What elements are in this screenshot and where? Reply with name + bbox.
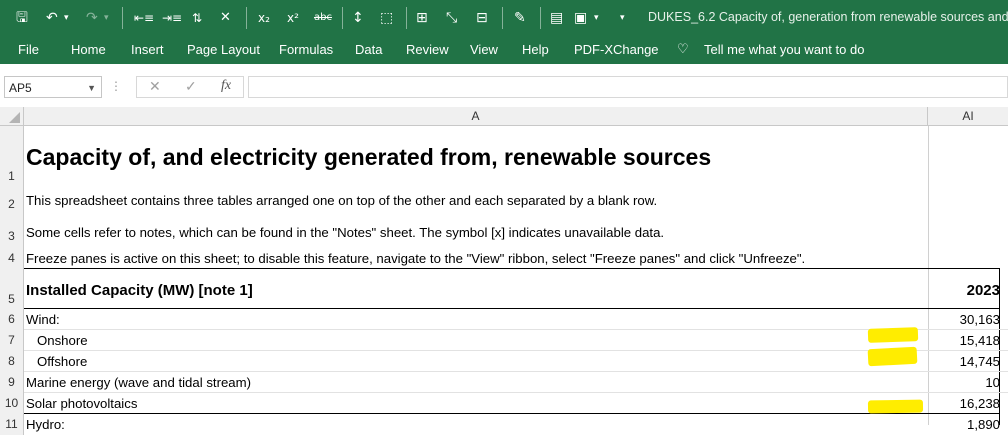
toolbar-separator (122, 7, 123, 29)
select-all-corner[interactable] (0, 107, 24, 126)
toolbar-separator (540, 7, 541, 29)
redo-dropdown-icon: ▾ (104, 13, 109, 23)
sheet-grid: 1 2 3 4 5 6 7 8 9 10 11 Capacity of, and… (0, 126, 1008, 435)
resize-handle-icon[interactable]: ⋮ (110, 79, 122, 93)
undo-icon[interactable]: ↶ (46, 8, 58, 28)
year-header[interactable]: 2023 (928, 282, 1000, 299)
cell-ai9[interactable]: 10 (928, 375, 1000, 390)
cell-a8[interactable]: Offshore (26, 354, 87, 369)
sort-icon[interactable]: ⇅ (192, 8, 202, 28)
cell-a3[interactable]: Some cells refer to notes, which can be … (26, 225, 664, 240)
table-heading[interactable]: Installed Capacity (MW) [note 1] (26, 282, 253, 299)
cell-a9[interactable]: Marine energy (wave and tidal stream) (26, 375, 251, 390)
tab-review[interactable]: Review (406, 42, 449, 57)
tab-pdf-xchange[interactable]: PDF-XChange (574, 42, 659, 57)
customize-qat-icon[interactable]: ▾ (620, 8, 625, 28)
lightbulb-icon: ♡ (677, 42, 689, 57)
cell-a7[interactable]: Onshore (26, 333, 88, 348)
decrease-indent-icon[interactable]: ⇤≡ (134, 8, 154, 28)
table-row-border (24, 413, 1000, 414)
row-header-5[interactable]: 5 (0, 268, 24, 309)
form-icon[interactable]: ▤ (550, 8, 563, 28)
table-top-border (24, 268, 1000, 269)
subscript-icon[interactable]: x₂ (258, 8, 270, 28)
clear-format-icon[interactable]: ✕ (220, 8, 231, 28)
tab-insert[interactable]: Insert (131, 42, 164, 57)
toolbar-separator (246, 7, 247, 29)
row-header-1[interactable]: 1 (0, 126, 24, 185)
crop-icon[interactable]: ⬚ (380, 8, 393, 28)
row-header-2[interactable]: 2 (0, 185, 24, 217)
row-header-9[interactable]: 9 (0, 372, 24, 393)
row-header-8[interactable]: 8 (0, 351, 24, 372)
name-box[interactable]: AP5 ▼ (4, 76, 102, 98)
edit-shape-icon[interactable]: ✎ (514, 8, 526, 28)
enter-icon[interactable]: ✓ (185, 78, 197, 95)
tab-file[interactable]: File (18, 42, 39, 57)
cell-ai10[interactable]: 16,238 (928, 396, 1000, 411)
group-icon[interactable]: ⊞ (416, 8, 428, 28)
formula-input[interactable] (248, 76, 1008, 98)
toolbar-separator (342, 7, 343, 29)
gridline (24, 329, 1008, 330)
window-title: DUKES_6.2 Capacity of, generation from r… (648, 10, 1008, 24)
briefcase-dropdown-icon[interactable]: ▾ (594, 8, 599, 28)
sheet-title[interactable]: Capacity of, and electricity generated f… (26, 144, 711, 171)
highlight-mark (867, 399, 924, 414)
toolbar-separator (502, 7, 503, 29)
tab-formulas[interactable]: Formulas (279, 42, 333, 57)
subtotal-icon[interactable]: ⊟ (476, 8, 488, 28)
gridline (24, 350, 1008, 351)
select-all-icon (9, 112, 20, 123)
name-box-value: AP5 (9, 81, 32, 95)
ungroup-icon[interactable]: ⤡ (446, 8, 457, 28)
redo-icon: ↷ (86, 10, 98, 26)
cell-a2[interactable]: This spreadsheet contains three tables a… (26, 193, 657, 208)
superscript-icon[interactable]: x² (287, 8, 299, 28)
tab-help[interactable]: Help (522, 42, 549, 57)
highlight-mark (867, 346, 918, 367)
tab-home[interactable]: Home (71, 42, 106, 57)
cell-ai8[interactable]: 14,745 (928, 354, 1000, 369)
insert-function-icon[interactable]: fx (221, 78, 231, 94)
toolbar-separator (406, 7, 407, 29)
row-header-10[interactable]: 10 (0, 393, 24, 414)
tab-page-layout[interactable]: Page Layout (187, 42, 260, 57)
tab-view[interactable]: View (470, 42, 498, 57)
formula-buttons: ✕ ✓ fx (136, 76, 244, 98)
gridline (24, 392, 1008, 393)
undo-dropdown-icon[interactable]: ▾ (64, 8, 69, 28)
column-header-a[interactable]: A (24, 107, 928, 126)
strikethrough-icon[interactable]: abc (314, 8, 332, 28)
row-header-7[interactable]: 7 (0, 330, 24, 351)
title-bar: 🖫 ↶ ▾ ↷ ▾ ⇤≡ ⇥≡ ⇅ ✕ x₂ x² abc ↕ ⬚ ⊞ ⤡ ⊟ … (0, 0, 1008, 36)
line-spacing-icon[interactable]: ↕ (352, 8, 364, 28)
cell-a4[interactable]: Freeze panes is active on this sheet; to… (26, 251, 805, 266)
ribbon-tabs: File Home Insert Page Layout Formulas Da… (0, 36, 1008, 64)
cell-a6[interactable]: Wind: (26, 312, 60, 327)
cell-ai6[interactable]: 30,163 (928, 312, 1000, 327)
gridline (24, 371, 1008, 372)
row-header-3[interactable]: 3 (0, 217, 24, 248)
highlight-mark (867, 327, 919, 343)
column-header-ai[interactable]: AI (928, 107, 1008, 126)
cell-a10[interactable]: Solar photovoltaics (26, 396, 137, 411)
chevron-down-icon[interactable]: ▼ (87, 77, 96, 99)
formula-bar: AP5 ▼ ⋮ ✕ ✓ fx (0, 64, 1008, 113)
cancel-icon[interactable]: ✕ (149, 78, 161, 95)
row-header-6[interactable]: 6 (0, 309, 24, 330)
increase-indent-icon[interactable]: ⇥≡ (162, 8, 182, 28)
tell-me-search[interactable]: Tell me what you want to do (704, 42, 864, 57)
save-icon[interactable]: 🖫 (16, 8, 28, 28)
cell-ai7[interactable]: 15,418 (928, 333, 1000, 348)
row-header-4[interactable]: 4 (0, 248, 24, 268)
tab-data[interactable]: Data (355, 42, 382, 57)
table-header-border (24, 308, 1000, 309)
briefcase-icon[interactable]: ▣ (574, 8, 587, 28)
